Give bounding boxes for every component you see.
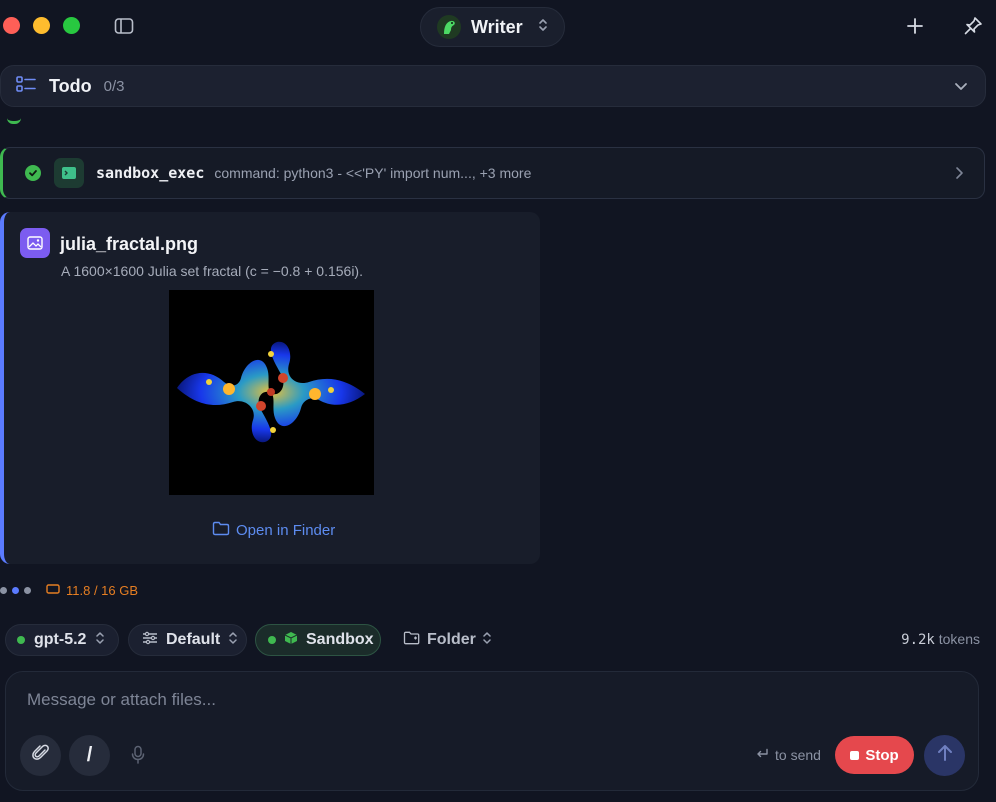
open-in-finder-label: Open in Finder	[236, 522, 336, 539]
folder-icon	[212, 521, 230, 540]
image-description: A 1600×1600 Julia set fractal (c = −0.8 …	[61, 263, 363, 279]
tool-name: sandbox_exec	[96, 164, 205, 182]
chevron-updown-icon	[228, 631, 238, 650]
window-close-button[interactable]	[3, 17, 20, 34]
checklist-icon	[15, 74, 37, 99]
memory-icon	[46, 583, 60, 598]
token-value: 9.2k	[901, 632, 935, 648]
model-selector[interactable]: gpt-5.2	[5, 624, 119, 656]
chevron-updown-icon	[95, 631, 105, 650]
mode-selector[interactable]: Default	[128, 624, 247, 656]
tool-call-row[interactable]: sandbox_exec command: python3 - <<'PY' i…	[0, 147, 985, 199]
indicator-dot	[0, 587, 7, 594]
chevron-updown-icon	[482, 631, 492, 650]
message-input[interactable]	[27, 688, 927, 712]
indicator-dot	[24, 587, 31, 594]
message-composer: / to send Stop	[5, 671, 979, 791]
thinking-indicator	[0, 587, 31, 594]
arrow-up-icon	[936, 743, 954, 768]
attach-button[interactable]	[20, 735, 61, 776]
mode-label: Default	[166, 631, 221, 648]
title-bar: Writer	[0, 0, 996, 54]
microphone-icon[interactable]	[130, 745, 146, 770]
sidebar-toggle-icon[interactable]	[114, 17, 134, 35]
folder-icon	[403, 631, 421, 650]
send-hint-label: to send	[775, 747, 821, 763]
agent-selector[interactable]: Writer	[420, 7, 565, 47]
agent-name: Writer	[471, 16, 523, 37]
folder-label: Folder	[427, 631, 476, 648]
parrot-icon	[437, 15, 461, 39]
sliders-icon	[142, 631, 158, 650]
window-maximize-button[interactable]	[63, 17, 80, 34]
pin-icon[interactable]	[962, 15, 984, 37]
terminal-icon	[54, 158, 84, 188]
stop-button[interactable]: Stop	[835, 736, 914, 774]
todo-title: Todo	[49, 75, 92, 96]
memory-usage: 11.8 / 16 GB	[46, 583, 138, 598]
fractal-image[interactable]	[169, 290, 374, 495]
status-dot	[268, 636, 276, 644]
indicator-dot	[12, 587, 19, 594]
send-button[interactable]	[924, 735, 965, 776]
token-count: 9.2k tokens	[901, 631, 980, 648]
memory-label: 11.8 / 16 GB	[66, 583, 139, 598]
scroll-fragment-indicator	[7, 118, 21, 124]
chevron-down-icon[interactable]	[953, 78, 969, 99]
stop-icon	[850, 750, 860, 760]
chevron-updown-icon	[537, 18, 549, 37]
stop-label: Stop	[865, 746, 899, 764]
sandbox-label: Sandbox	[306, 631, 374, 648]
return-icon	[755, 747, 769, 763]
slash-label: /	[86, 744, 93, 766]
slash-command-button[interactable]: /	[69, 735, 110, 776]
paperclip-icon	[31, 743, 51, 768]
check-circle-icon	[25, 165, 41, 181]
send-hint: to send	[755, 747, 821, 763]
folder-selector[interactable]: Folder	[390, 624, 500, 656]
model-label: gpt-5.2	[34, 631, 87, 648]
chevron-right-icon[interactable]	[952, 165, 966, 186]
plus-icon[interactable]	[904, 15, 926, 37]
window-minimize-button[interactable]	[33, 17, 50, 34]
image-output-card: julia_fractal.png A 1600×1600 Julia set …	[0, 212, 540, 564]
sandbox-toggle[interactable]: Sandbox	[255, 624, 381, 656]
tool-args: command: python3 - <<'PY' import num...,…	[214, 165, 532, 181]
open-in-finder-link[interactable]: Open in Finder	[212, 521, 335, 540]
todo-count: 0/3	[103, 77, 125, 95]
image-filename: julia_fractal.png	[60, 234, 199, 254]
cube-icon	[284, 631, 298, 650]
todo-panel[interactable]: Todo 0/3	[0, 65, 986, 107]
token-unit: tokens	[938, 631, 980, 647]
status-dot	[17, 636, 25, 644]
image-icon	[20, 228, 50, 258]
